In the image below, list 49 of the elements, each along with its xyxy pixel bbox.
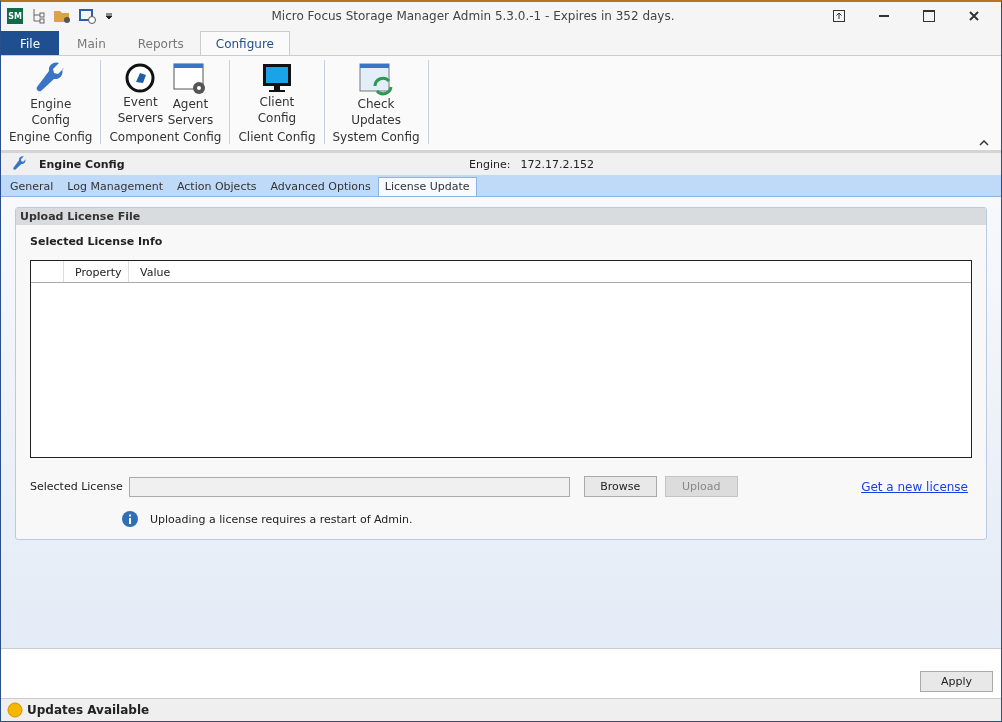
folder-gear-icon[interactable] bbox=[53, 8, 71, 24]
sub-tab[interactable]: General bbox=[3, 177, 61, 196]
monitor-icon bbox=[260, 62, 293, 94]
ribbon-group-label: Engine Config bbox=[8, 130, 94, 144]
section-title: Engine Config bbox=[39, 157, 126, 171]
sun-icon bbox=[7, 702, 23, 718]
menu-tab[interactable]: File bbox=[1, 31, 60, 55]
window-gear-icon bbox=[173, 62, 208, 96]
menu-tab[interactable]: Reports bbox=[121, 31, 200, 55]
column-header[interactable]: Property bbox=[63, 261, 128, 282]
signal-dial-icon bbox=[124, 62, 157, 94]
new-license-link[interactable]: Get a new license bbox=[861, 479, 968, 494]
field-label: Selected License bbox=[30, 480, 123, 493]
panel-subtitle: Selected License Info bbox=[30, 235, 164, 248]
engine-address: 172.17.2.152 bbox=[520, 157, 594, 171]
ribbon-button[interactable]: Agent Servers bbox=[166, 62, 215, 130]
ribbon-button[interactable]: Engine Config bbox=[26, 62, 75, 130]
action-button[interactable]: Browse bbox=[583, 476, 657, 497]
ribbon-group-label: Component Config bbox=[108, 130, 223, 144]
panel-title: Upload License File bbox=[16, 208, 986, 225]
status-text: Updates Available bbox=[27, 703, 150, 717]
sub-tab[interactable]: Action Objects bbox=[169, 177, 264, 196]
ribbon-group-label: System Config bbox=[331, 130, 421, 144]
sub-tab[interactable]: Advanced Options bbox=[263, 177, 378, 196]
sub-tab[interactable]: License Update bbox=[377, 177, 477, 196]
collapse-caret-icon[interactable] bbox=[979, 140, 989, 146]
window-refresh-icon bbox=[359, 62, 394, 96]
ribbon-button[interactable]: Event Servers bbox=[116, 62, 165, 130]
menu-tab[interactable]: Main bbox=[61, 31, 122, 55]
license-path-field[interactable] bbox=[128, 476, 570, 497]
apply-button[interactable]: Apply bbox=[920, 671, 993, 692]
engine-label: Engine: bbox=[469, 157, 511, 171]
info-message: Uploading a license requires a restart of Admin. bbox=[150, 512, 413, 526]
window-title: Micro Focus Storage Manager Admin 5.3.0.-1 - Expires in 352 days. bbox=[270, 9, 676, 23]
column-header[interactable]: Value bbox=[128, 261, 248, 282]
sub-tab[interactable]: Log Management bbox=[60, 177, 170, 196]
dropdown-caret-icon[interactable] bbox=[105, 12, 113, 20]
tree-icon[interactable] bbox=[31, 8, 45, 24]
window-clock-icon[interactable] bbox=[79, 8, 97, 24]
menu-tab[interactable]: Configure bbox=[199, 31, 290, 55]
app-logo: SM bbox=[7, 8, 23, 24]
restore-box-icon[interactable] bbox=[833, 10, 845, 22]
info-icon bbox=[122, 511, 138, 527]
maximize-icon[interactable] bbox=[923, 10, 935, 22]
minimize-icon[interactable] bbox=[879, 14, 889, 18]
ribbon-button[interactable]: Check Updates bbox=[352, 62, 401, 130]
ribbon-group-label: Client Config bbox=[237, 130, 317, 144]
ribbon-button[interactable]: Client Config bbox=[252, 62, 301, 130]
close-icon[interactable] bbox=[969, 11, 979, 21]
